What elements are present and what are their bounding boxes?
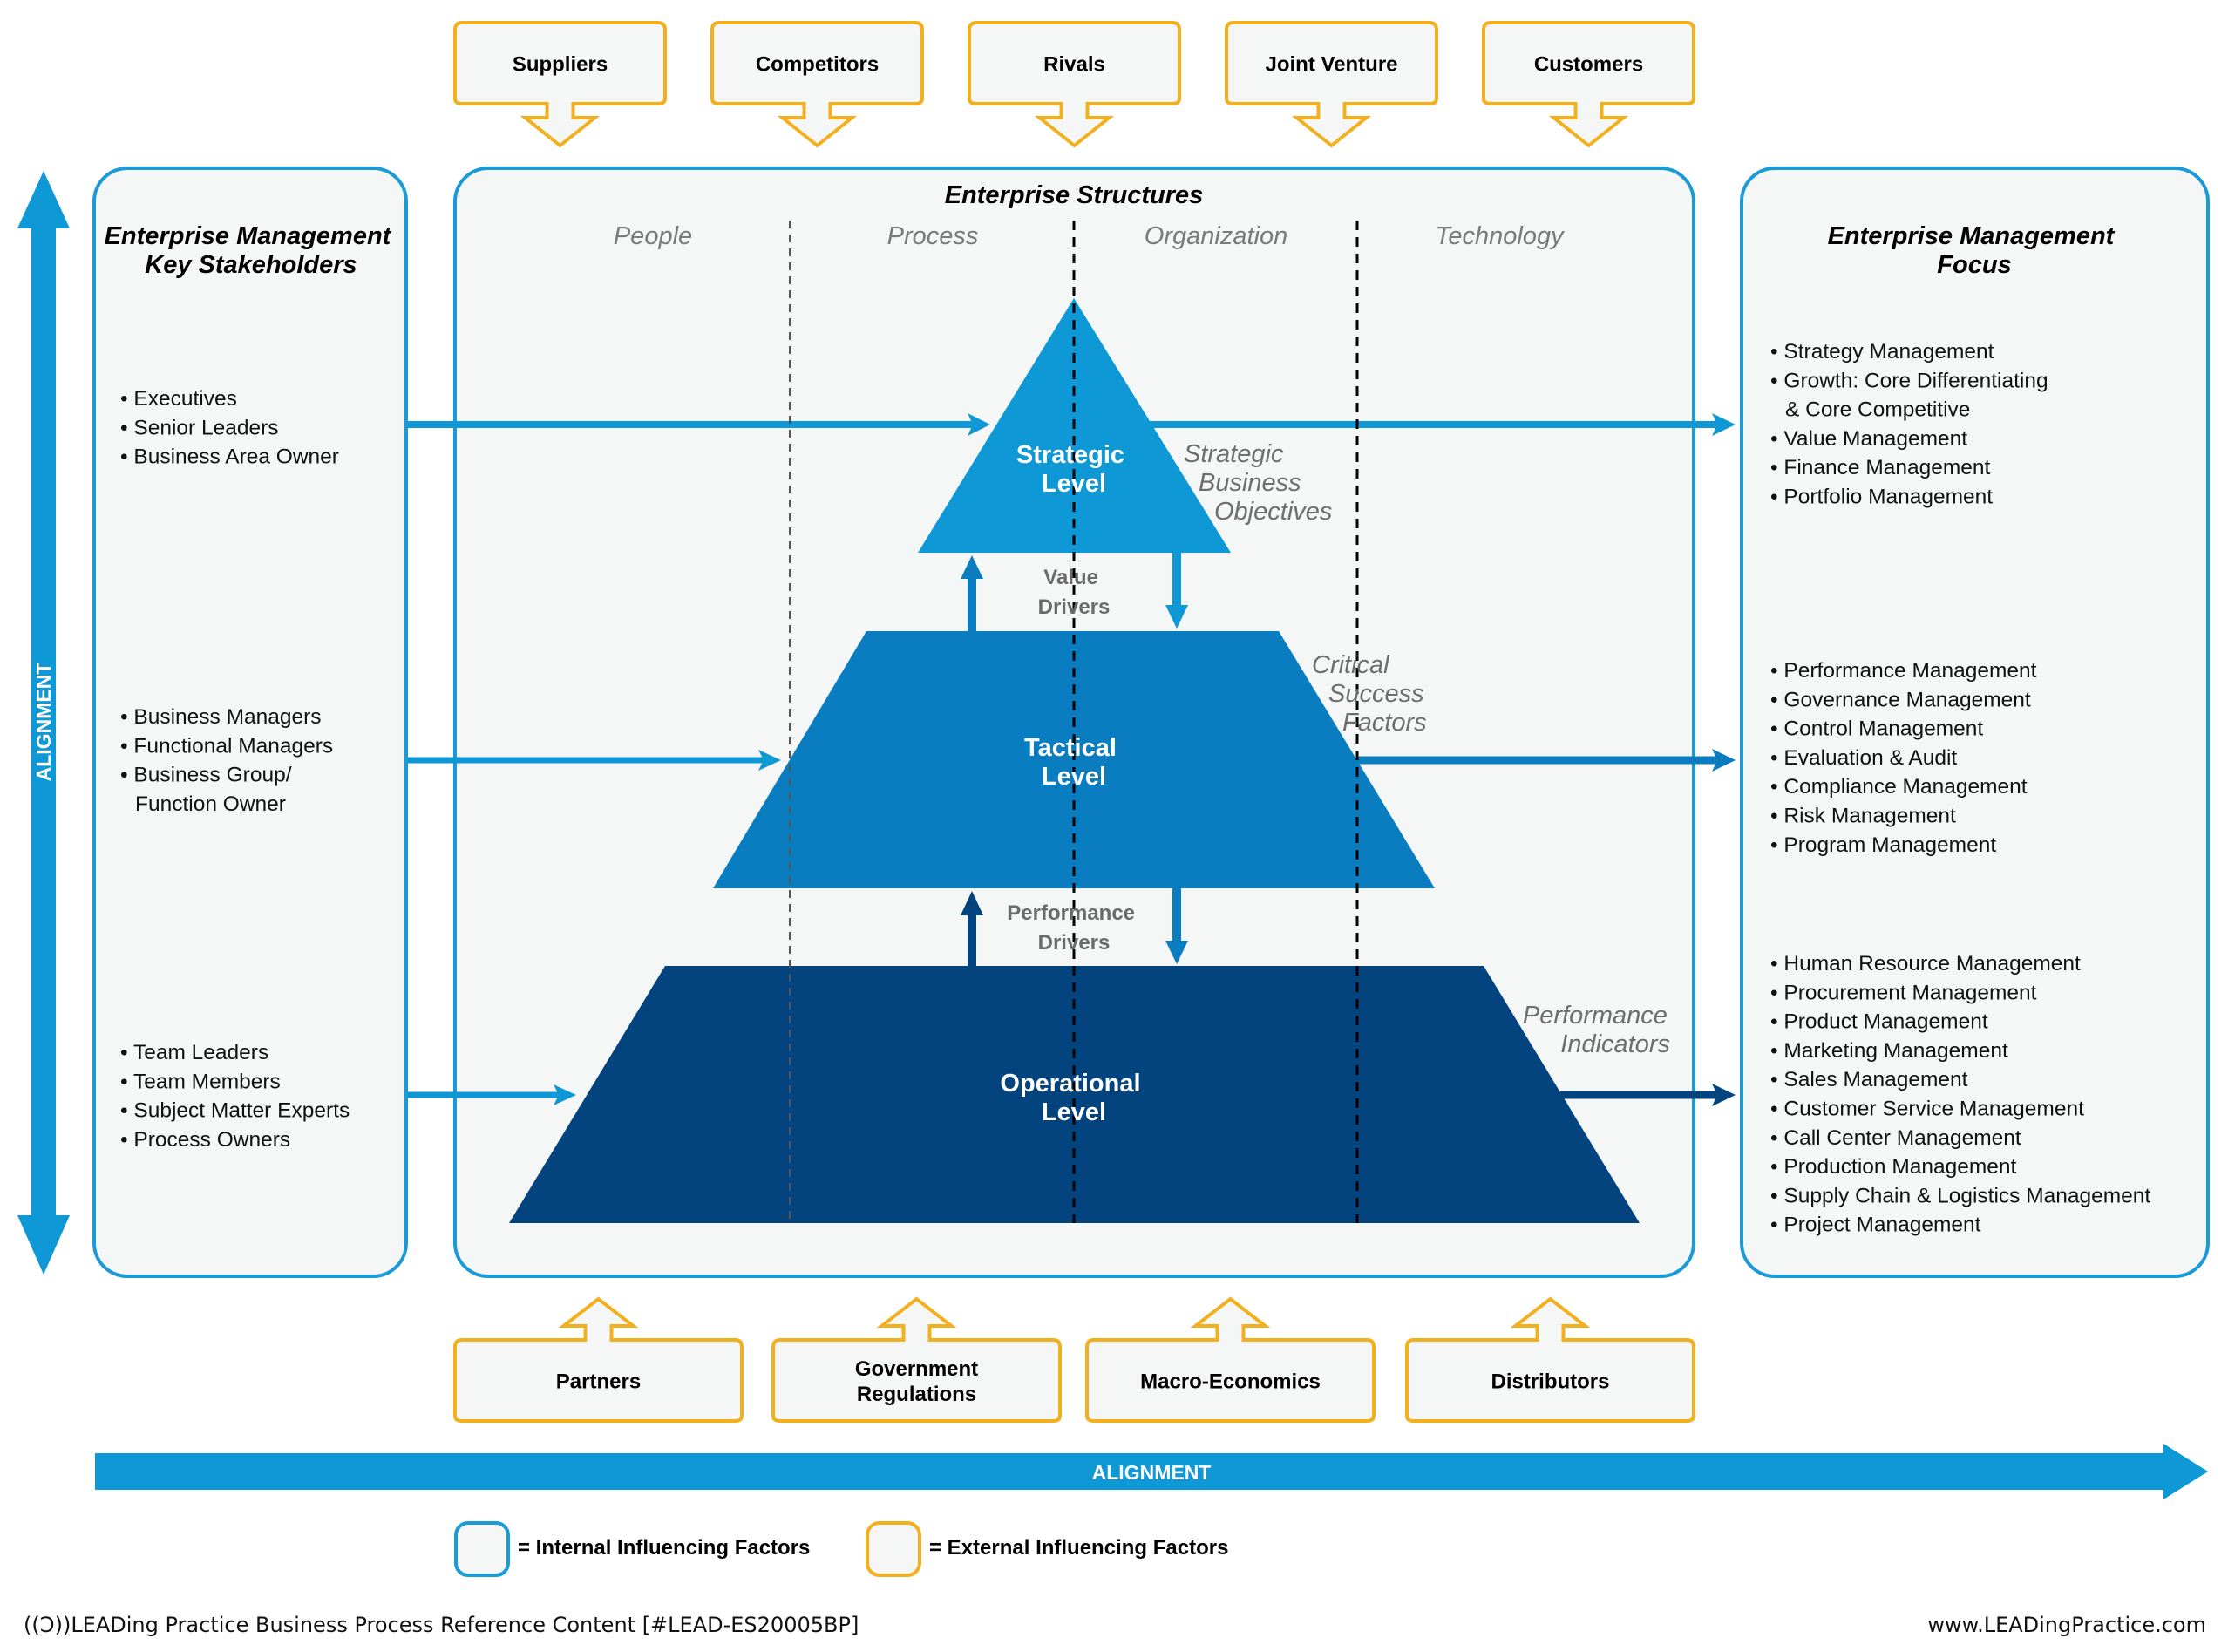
list-item: • Supply Chain & Logistics Management: [1770, 1184, 2150, 1207]
list-item: • Compliance Management: [1770, 775, 2028, 799]
external-factor-box-top: Rivals: [968, 21, 1181, 148]
list-item: • Evaluation & Audit: [1770, 746, 1957, 770]
footer-reference: ((Ɔ))LEADing Practice Business Process R…: [24, 1613, 859, 1637]
external-factor-label: Macro-Economics: [1140, 1370, 1321, 1394]
external-factor-label: Customers: [1534, 53, 1643, 77]
column-organization: Organization: [1145, 222, 1287, 250]
external-factor-label: Suppliers: [513, 53, 608, 77]
external-factor-box-top: Competitors: [710, 21, 924, 148]
legend-external-label: = External Influencing Factors: [929, 1536, 1228, 1560]
list-item: • Strategy Management: [1770, 340, 1994, 364]
list-item: • Business Managers: [120, 705, 322, 729]
external-factor-shape: [1085, 1296, 1376, 1423]
list-item: • Executives: [120, 387, 237, 411]
vertical-alignment-label: ALIGNMENT: [32, 663, 55, 782]
horizontal-alignment-arrow: ALIGNMENT: [95, 1444, 2208, 1499]
list-item: & Core Competitive: [1785, 398, 1970, 422]
list-item: • Functional Managers: [120, 734, 333, 758]
external-factor-shape: [1225, 21, 1438, 148]
list-item: • Team Members: [120, 1070, 281, 1093]
list-item: • Business Area Owner: [120, 445, 339, 469]
column-technology: Technology: [1435, 222, 1565, 250]
list-item: • Portfolio Management: [1770, 486, 1993, 509]
list-item: • Senior Leaders: [120, 416, 279, 439]
list-item: • Program Management: [1770, 833, 1996, 857]
list-item: • Growth: Core Differentiating: [1770, 369, 2048, 392]
list-item: Function Owner: [135, 792, 286, 816]
external-factors-bottom: Partners Government Regulations Macro-Econo…: [453, 1296, 1695, 1423]
external-factor-shape: [1482, 21, 1695, 148]
external-factor-box-top: Customers: [1482, 21, 1695, 148]
list-item: • Team Leaders: [120, 1041, 268, 1064]
column-people: People: [614, 222, 692, 250]
legend-internal-label: = Internal Influencing Factors: [518, 1536, 810, 1560]
external-factor-box-bottom: Distributors: [1405, 1296, 1695, 1423]
external-factor-label: Distributors: [1491, 1370, 1609, 1394]
external-factor-box-bottom: Partners: [453, 1296, 744, 1423]
legend: = Internal Influencing Factors = Externa…: [454, 1521, 1228, 1577]
external-factor-box-top: Joint Venture: [1225, 21, 1438, 148]
enterprise-structures-title: Enterprise Structures: [945, 181, 1204, 209]
stakeholders-title: Enterprise Management Key Stakeholders: [105, 222, 398, 279]
list-item: • Performance Management: [1770, 659, 2037, 683]
legend-internal-swatch: [454, 1521, 510, 1577]
list-item: • Value Management: [1770, 427, 1967, 451]
list-item: • Finance Management: [1770, 456, 1991, 479]
list-item: • Product Management: [1770, 1010, 1988, 1034]
list-item: • Risk Management: [1770, 805, 1956, 828]
external-factor-shape: [453, 21, 667, 148]
external-factors-top: Suppliers Competitors Rivals Joint Venture C…: [453, 21, 1695, 148]
vertical-alignment-arrow: ALIGNMENT: [17, 171, 70, 1275]
external-factor-label: Rivals: [1043, 53, 1105, 77]
list-item: • Call Center Management: [1770, 1126, 2021, 1150]
enterprise-management-diagram: ALIGNMENT Suppliers Competitors Rivals Join…: [17, 21, 2210, 1637]
external-factor-shape: [968, 21, 1181, 148]
list-item: • Marketing Management: [1770, 1039, 2008, 1063]
external-factor-label: Competitors: [756, 53, 879, 77]
leading-practice-logo: ((Ɔ))LEADing: [24, 1613, 159, 1637]
list-item: • Human Resource Management: [1770, 952, 2081, 976]
horizontal-alignment-label: ALIGNMENT: [1092, 1461, 1212, 1484]
column-process: Process: [887, 222, 979, 250]
external-factor-box-bottom: Macro-Economics: [1085, 1296, 1376, 1423]
external-factor-box-top: Suppliers: [453, 21, 667, 148]
list-item: • Project Management: [1770, 1214, 1981, 1237]
list-item: • Business Group/: [120, 764, 292, 787]
external-factor-shape: [710, 21, 924, 148]
external-factor-label: Partners: [556, 1370, 641, 1394]
list-item: • Process Owners: [120, 1128, 290, 1152]
external-factor-shape: [453, 1296, 744, 1423]
list-item: • Customer Service Management: [1770, 1098, 2084, 1121]
list-item: • Governance Management: [1770, 688, 2031, 711]
list-item: • Production Management: [1770, 1155, 2017, 1179]
list-item: • Procurement Management: [1770, 981, 2037, 1004]
external-factor-box-bottom: Government Regulations: [771, 1296, 1062, 1423]
list-item: • Sales Management: [1770, 1068, 1968, 1091]
external-factor-shape: [1405, 1296, 1695, 1423]
footer-website-link[interactable]: www.LEADingPractice.com: [1927, 1613, 2206, 1637]
legend-external-swatch: [866, 1521, 921, 1577]
list-item: • Control Management: [1770, 717, 1983, 741]
list-item: • Subject Matter Experts: [120, 1099, 350, 1123]
external-factor-label: Joint Venture: [1265, 53, 1397, 77]
